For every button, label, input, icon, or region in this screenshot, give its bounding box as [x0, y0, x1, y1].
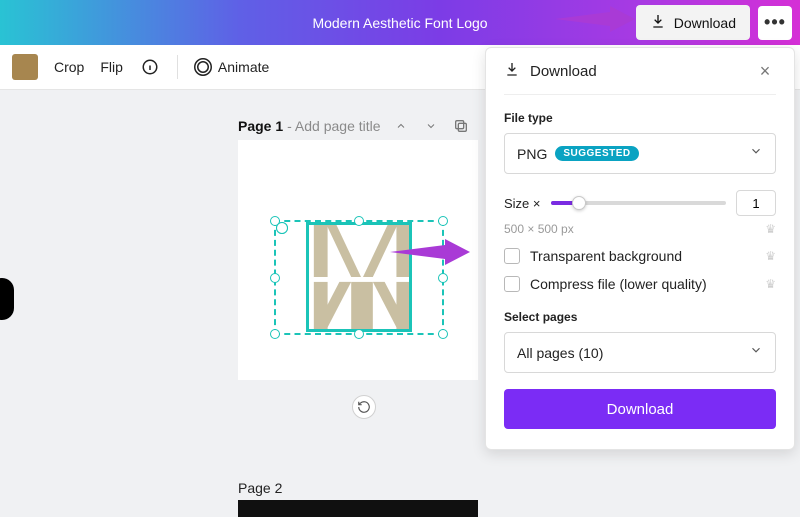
size-input[interactable]: [736, 190, 776, 216]
more-button[interactable]: •••: [758, 6, 792, 40]
crown-icon: ♛: [765, 222, 776, 236]
size-label: Size ×: [504, 196, 541, 211]
download-confirm-button[interactable]: Download: [504, 389, 776, 429]
suggested-badge: SUGGESTED: [555, 146, 638, 161]
rotate-handle[interactable]: [352, 395, 376, 419]
side-panel-toggle[interactable]: [0, 278, 14, 320]
crown-icon: ♛: [765, 277, 776, 291]
page-up-icon[interactable]: [391, 116, 411, 136]
info-icon[interactable]: [139, 56, 161, 78]
page-down-icon[interactable]: [421, 116, 441, 136]
canvas-page-1[interactable]: [238, 140, 478, 380]
download-panel-title: Download: [530, 63, 597, 80]
canvas-page-2[interactable]: [238, 500, 478, 517]
transparent-bg-label: Transparent background: [530, 248, 682, 264]
page-header: Page 1 - Add page title: [238, 116, 471, 136]
crown-icon: ♛: [765, 249, 776, 263]
download-panel-icon: [504, 61, 520, 82]
animate-button[interactable]: Animate: [194, 58, 269, 76]
toolbar-divider: [177, 55, 178, 79]
color-swatch[interactable]: [12, 54, 38, 80]
document-title: Modern Aesthetic Font Logo: [312, 15, 487, 31]
crop-button[interactable]: Crop: [54, 59, 84, 75]
animate-icon: [194, 58, 212, 76]
select-pages-value: All pages (10): [517, 345, 603, 361]
dimensions-text: 500 × 500 px: [504, 222, 574, 236]
download-panel: Download × File type PNG SUGGESTED Size …: [485, 47, 795, 450]
chevron-down-icon: [749, 343, 763, 362]
file-type-select[interactable]: PNG SUGGESTED: [504, 133, 776, 174]
size-slider[interactable]: [551, 195, 727, 211]
transparent-bg-checkbox[interactable]: [504, 248, 520, 264]
flip-button[interactable]: Flip: [100, 59, 123, 75]
download-button[interactable]: Download: [636, 5, 750, 40]
select-pages-label: Select pages: [504, 310, 776, 324]
page-title-placeholder[interactable]: - Add page title: [287, 118, 380, 134]
chevron-down-icon: [749, 144, 763, 163]
animate-label: Animate: [218, 59, 269, 75]
page-number: Page 1: [238, 118, 283, 134]
download-icon: [650, 13, 666, 32]
compress-label: Compress file (lower quality): [530, 276, 707, 292]
duplicate-page-icon[interactable]: [451, 116, 471, 136]
download-button-label: Download: [674, 15, 736, 31]
file-type-value: PNG: [517, 146, 547, 162]
selection-box-outer[interactable]: [274, 220, 444, 335]
select-pages-dropdown[interactable]: All pages (10): [504, 332, 776, 373]
compress-checkbox[interactable]: [504, 276, 520, 292]
more-icon: •••: [764, 12, 786, 33]
file-type-label: File type: [504, 111, 776, 125]
page-2-label: Page 2: [238, 480, 282, 496]
close-icon[interactable]: ×: [754, 60, 776, 82]
top-bar: Modern Aesthetic Font Logo Download •••: [0, 0, 800, 45]
